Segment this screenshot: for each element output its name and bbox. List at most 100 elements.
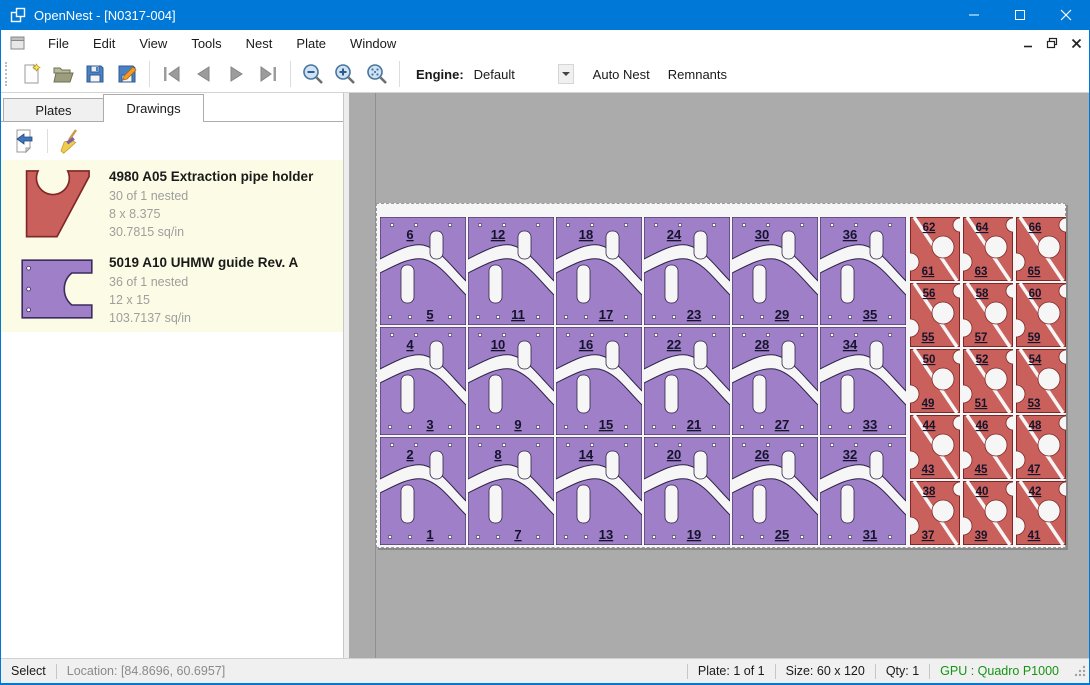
nested-part-pair-55-56[interactable]: 5655: [910, 283, 960, 347]
window-title: OpenNest - [N0317-004]: [34, 8, 176, 23]
status-plate: Plate: 1 of 1: [688, 664, 775, 678]
nested-part-pair-17-18[interactable]: 1817: [556, 217, 642, 325]
nested-part-pair-13-14[interactable]: 1413: [556, 437, 642, 545]
mdi-document-icon[interactable]: [10, 36, 26, 50]
nested-part-pair-25-26[interactable]: 2625: [732, 437, 818, 545]
svg-text:29: 29: [775, 307, 789, 322]
status-qty: Qty: 1: [876, 664, 929, 678]
main-toolbar: Engine: Default Auto Nest Remnants: [1, 56, 1089, 93]
close-button[interactable]: [1043, 0, 1089, 30]
drawing-area: 30.7815 sq/in: [109, 223, 313, 241]
svg-text:59: 59: [1028, 332, 1041, 344]
nested-part-pair-31-32[interactable]: 3231: [820, 437, 906, 545]
nested-part-pair-57-58[interactable]: 5857: [963, 283, 1013, 347]
svg-text:13: 13: [599, 527, 613, 542]
nested-part-pair-23-24[interactable]: 2423: [644, 217, 730, 325]
nested-part-pair-47-48[interactable]: 4847: [1016, 415, 1066, 479]
zoom-out-button[interactable]: [297, 59, 329, 89]
mdi-restore-button[interactable]: [1041, 33, 1063, 53]
auto-nest-button[interactable]: Auto Nest: [584, 61, 659, 88]
panel-tabs: Plates Drawings: [1, 93, 343, 122]
nested-part-pair-9-10[interactable]: 10 9: [468, 327, 554, 435]
svg-text:6: 6: [406, 227, 413, 242]
nested-part-pair-65-66[interactable]: 66 65: [1016, 217, 1066, 281]
nested-part-pair-37-38[interactable]: 3837: [910, 481, 960, 545]
nested-part-pair-1-2[interactable]: 21: [380, 437, 466, 545]
nested-part-pair-61-62[interactable]: 6261: [910, 217, 960, 281]
nested-part-pair-5-6[interactable]: 65: [380, 217, 466, 325]
nested-part-pair-29-30[interactable]: 30 29: [732, 217, 818, 325]
mdi-close-button[interactable]: [1065, 33, 1087, 53]
save-as-button[interactable]: [111, 59, 143, 89]
nested-part-pair-45-46[interactable]: 4645: [963, 415, 1013, 479]
mdi-minimize-button[interactable]: [1017, 33, 1039, 53]
clear-drawings-button[interactable]: [54, 126, 86, 156]
nested-part-pair-43-44[interactable]: 4443: [910, 415, 960, 479]
nested-part-pair-27-28[interactable]: 2827: [732, 327, 818, 435]
next-plate-button[interactable]: [220, 59, 252, 89]
menu-plate[interactable]: Plate: [284, 32, 338, 55]
minimize-button[interactable]: [951, 0, 997, 30]
nested-part-pair-15-16[interactable]: 1615: [556, 327, 642, 435]
nested-part-pair-39-40[interactable]: 4039: [963, 481, 1013, 545]
nested-part-pair-35-36[interactable]: 3635: [820, 217, 906, 325]
nested-part-pair-51-52[interactable]: 5251: [963, 349, 1013, 413]
nested-part-pair-7-8[interactable]: 87: [468, 437, 554, 545]
previous-plate-button[interactable]: [188, 59, 220, 89]
menu-view[interactable]: View: [127, 32, 179, 55]
svg-text:50: 50: [923, 354, 936, 366]
remnants-button[interactable]: Remnants: [659, 61, 736, 88]
zoom-in-button[interactable]: [329, 59, 361, 89]
tab-plates[interactable]: Plates: [3, 98, 104, 121]
svg-text:22: 22: [667, 337, 681, 352]
menu-nest[interactable]: Nest: [234, 32, 285, 55]
nested-part-pair-3-4[interactable]: 43: [380, 327, 466, 435]
svg-text:5: 5: [426, 307, 433, 322]
first-plate-button[interactable]: [156, 59, 188, 89]
nested-part-pair-63-64[interactable]: 6463: [963, 217, 1013, 281]
svg-text:7: 7: [514, 527, 521, 542]
engine-dropdown-button[interactable]: [558, 64, 574, 84]
svg-text:51: 51: [975, 398, 988, 410]
resize-grip[interactable]: [1073, 664, 1087, 682]
drawing-item[interactable]: 4980 A05 Extraction pipe holder 30 of 1 …: [1, 160, 343, 246]
nested-part-pair-49-50[interactable]: 5049: [910, 349, 960, 413]
nested-part-pair-59-60[interactable]: 6059: [1016, 283, 1066, 347]
svg-text:48: 48: [1029, 420, 1042, 432]
zoom-fit-button[interactable]: [361, 59, 393, 89]
open-button[interactable]: [47, 59, 79, 89]
svg-text:9: 9: [514, 417, 521, 432]
maximize-button[interactable]: [997, 0, 1043, 30]
svg-text:24: 24: [667, 227, 682, 242]
nested-part-pair-11-12[interactable]: 1211: [468, 217, 554, 325]
nested-part-pair-53-54[interactable]: 5453: [1016, 349, 1066, 413]
engine-combo[interactable]: Default: [470, 64, 574, 85]
nested-part-pair-33-34[interactable]: 3433: [820, 327, 906, 435]
nested-part-pair-19-20[interactable]: 2019: [644, 437, 730, 545]
menu-edit[interactable]: Edit: [81, 32, 127, 55]
engine-value[interactable]: Default: [470, 64, 558, 85]
menu-window[interactable]: Window: [338, 32, 408, 55]
svg-text:40: 40: [976, 486, 989, 498]
chevron-down-icon: [562, 72, 570, 76]
toolbar-grip[interactable]: [5, 62, 10, 86]
save-button[interactable]: [79, 59, 111, 89]
svg-text:36: 36: [843, 227, 857, 242]
svg-text:65: 65: [1028, 266, 1041, 278]
nest-canvas[interactable]: 6512111817242330293635431091615222128273…: [349, 93, 1089, 658]
drawing-item[interactable]: 5019 A10 UHMW guide Rev. A 36 of 1 neste…: [1, 246, 343, 332]
svg-text:66: 66: [1029, 222, 1042, 234]
import-drawing-button[interactable]: [9, 126, 41, 156]
nested-part-pair-21-22[interactable]: 2221: [644, 327, 730, 435]
status-location: Location: [84.8696, 60.6957]: [57, 664, 235, 678]
last-plate-button[interactable]: [252, 59, 284, 89]
menu-tools[interactable]: Tools: [179, 32, 233, 55]
menu-file[interactable]: File: [36, 32, 81, 55]
svg-text:32: 32: [843, 447, 857, 462]
svg-text:57: 57: [975, 332, 988, 344]
tab-drawings[interactable]: Drawings: [103, 94, 204, 122]
svg-text:30: 30: [755, 227, 769, 242]
nested-part-pair-41-42[interactable]: 4241: [1016, 481, 1066, 545]
new-button[interactable]: [15, 59, 47, 89]
svg-text:10: 10: [491, 337, 505, 352]
